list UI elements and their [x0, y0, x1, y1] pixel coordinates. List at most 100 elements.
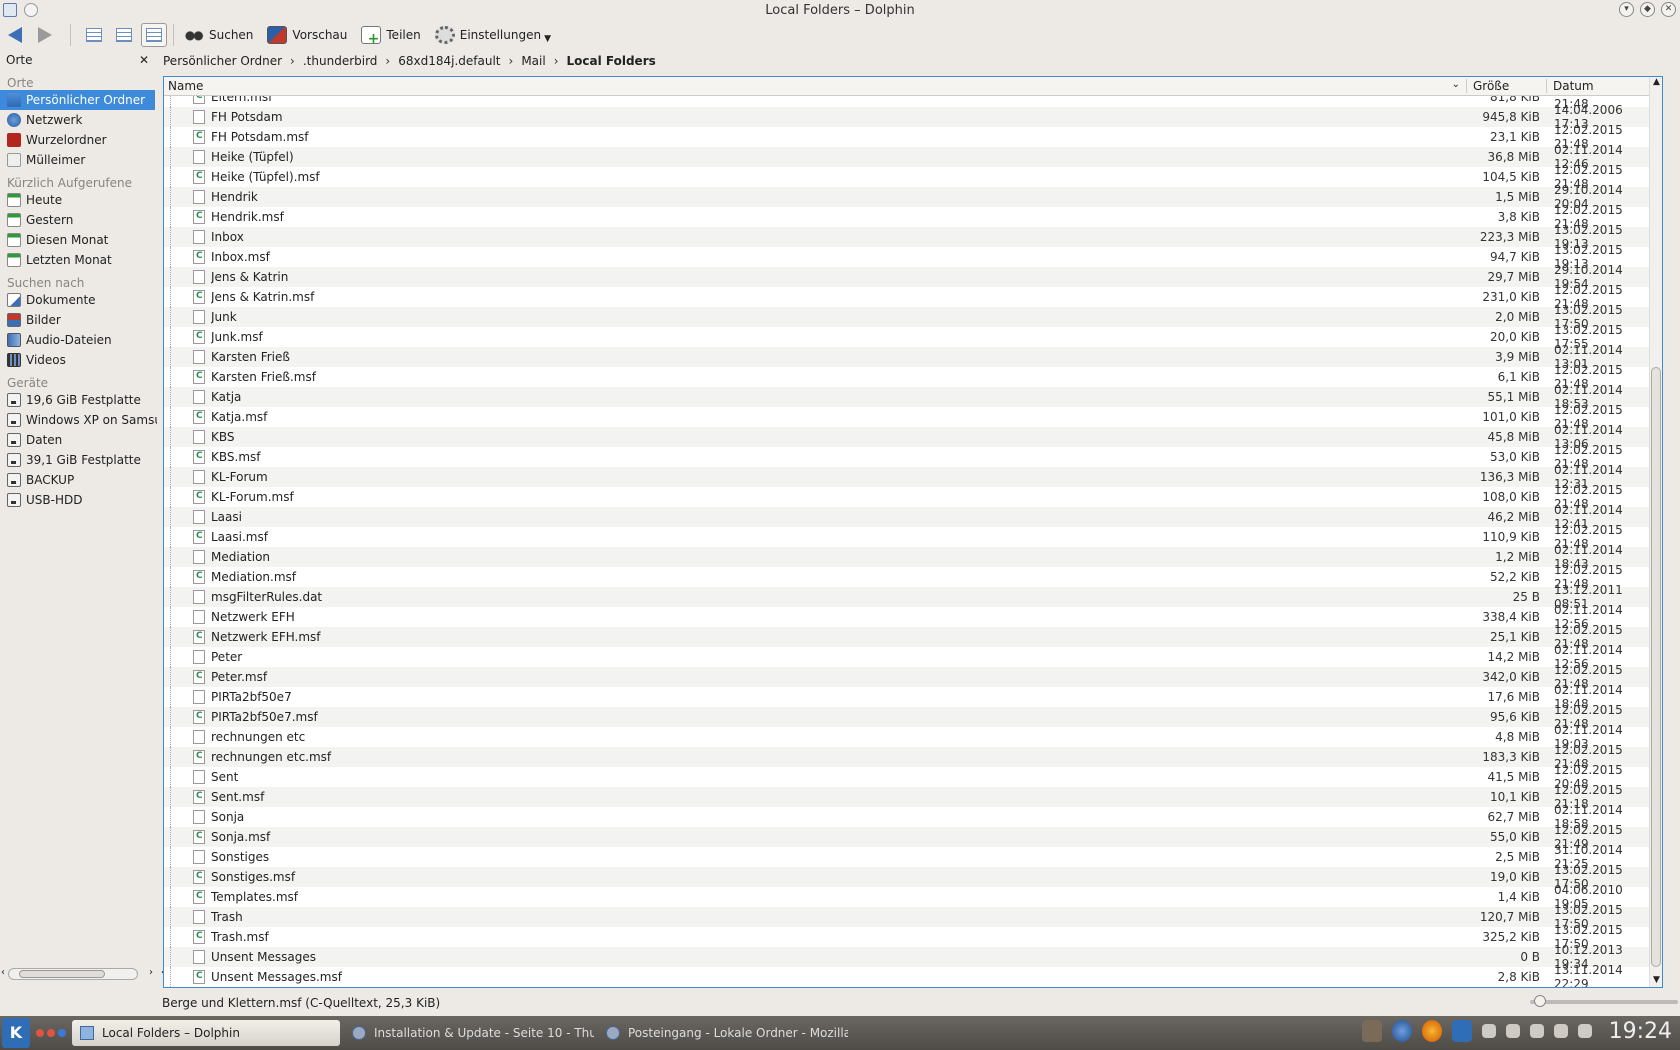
icons-view-button[interactable] [81, 23, 107, 47]
places-item[interactable]: Videos [0, 350, 157, 370]
places-item[interactable]: Windows XP on Samsun [0, 410, 157, 430]
places-horizontal-scrollbar[interactable]: ‹ ‹ › [1, 967, 165, 980]
places-item[interactable]: Diesen Monat [0, 230, 157, 250]
places-item[interactable]: Mülleimer [0, 150, 157, 170]
file-row[interactable]: KBS 45,8 MiB 02.11.2014 13:06 [164, 423, 1650, 451]
preview-button[interactable]: Vorschau [263, 23, 351, 47]
display-icon[interactable] [1578, 1024, 1592, 1038]
places-item[interactable]: Netzwerk [0, 110, 157, 130]
file-row[interactable]: Inbox 223,3 MiB 13.02.2015 19:13 [164, 223, 1650, 251]
sticky-icon[interactable] [24, 3, 38, 17]
pager-dot-icon[interactable] [47, 1029, 55, 1037]
chevron-down-icon[interactable]: ⌄ [1452, 79, 1460, 90]
breadcrumb-item[interactable]: Mail [521, 54, 545, 68]
breadcrumb-item[interactable]: .thunderbird [303, 54, 378, 68]
file-row[interactable]: Mediation.msf52,2 KiB12.02.2015 21:48 [164, 563, 1650, 591]
file-row[interactable]: PIRTa2bf50e7.msf95,6 KiB12.02.2015 21:48 [164, 703, 1650, 731]
file-row[interactable]: Heike (Tüpfel) 36,8 MiB 02.11.2014 12:46 [164, 143, 1650, 171]
window-menu-icon[interactable] [3, 3, 17, 17]
file-row[interactable]: KL-Forum.msf108,0 KiB12.02.2015 21:48 [164, 483, 1650, 511]
scrollbar-thumb[interactable] [19, 970, 105, 978]
file-row[interactable]: rechnungen etc 4,8 MiB 02.11.2014 19:03 [164, 723, 1650, 751]
breadcrumb-item[interactable]: Persönlicher Ordner [163, 54, 282, 68]
breadcrumb-separator-icon[interactable]: › [509, 54, 514, 68]
scroll-left-icon[interactable]: ‹ [1, 967, 5, 978]
zoom-slider-handle[interactable] [1534, 995, 1546, 1007]
breadcrumb-item[interactable]: Local Folders [567, 54, 656, 68]
file-row[interactable]: PIRTa2bf50e7 17,6 MiB 02.11.2014 18:48 [164, 683, 1650, 711]
clock[interactable]: 19:24 [1609, 1019, 1672, 1044]
settings-button[interactable]: Einstellungen ▼ [431, 23, 555, 47]
column-name[interactable]: Name ⌄ [164, 79, 1466, 93]
file-row[interactable]: Peter 14,2 MiB 02.11.2014 12:56 [164, 643, 1650, 671]
breadcrumb-separator-icon[interactable]: › [290, 54, 295, 68]
file-row[interactable]: Sonja.msf55,0 KiB12.02.2015 21:49 [164, 823, 1650, 851]
file-row[interactable]: Heike (Tüpfel).msf104,5 KiB12.02.2015 21… [164, 163, 1650, 191]
places-item[interactable]: Heute [0, 190, 157, 210]
thunderbird-icon[interactable] [1392, 1020, 1412, 1042]
file-row[interactable]: Mediation 1,2 MiB 02.11.2014 18:43 [164, 543, 1650, 571]
places-item[interactable]: USB-HDD [0, 490, 157, 510]
share-button[interactable]: Teilen [357, 23, 424, 47]
gimp-icon[interactable] [1362, 1020, 1382, 1042]
places-item[interactable]: Wurzelordner [0, 130, 157, 150]
scroll-right-icon[interactable]: › [149, 967, 153, 978]
file-row[interactable]: Sonstiges.msf19,0 KiB13.02.2015 17:50 [164, 863, 1650, 891]
updates-icon[interactable] [1554, 1024, 1568, 1038]
file-row[interactable]: Peter.msf342,0 KiB12.02.2015 21:48 [164, 663, 1650, 691]
file-row[interactable]: Junk 2,0 MiB 13.02.2015 17:50 [164, 303, 1650, 331]
file-row[interactable]: FH Potsdam.msf23,1 KiB12.02.2015 21:48 [164, 123, 1650, 151]
file-row[interactable]: FH Potsdam 945,8 KiB 14.04.2006 17:13 [164, 103, 1650, 131]
file-row[interactable]: Katja 55,1 MiB 02.11.2014 18:53 [164, 383, 1650, 411]
file-row[interactable]: msgFilterRules.dat 25 B 13.12.2011 08:51 [164, 583, 1650, 611]
firefox-icon[interactable] [1422, 1020, 1442, 1042]
file-row[interactable]: Hendrik.msf3,8 KiB12.02.2015 21:48 [164, 203, 1650, 231]
taskbar-task[interactable]: Posteingang - Lokale Ordner - Mozilla Th… [598, 1020, 848, 1046]
file-row[interactable]: KL-Forum 136,3 MiB 02.11.2014 12:31 [164, 463, 1650, 491]
file-row[interactable]: Netzwerk EFH 338,4 KiB 02.11.2014 12:56 [164, 603, 1650, 631]
minimize-icon[interactable]: ▾ [1619, 2, 1634, 17]
places-item[interactable]: Gestern [0, 210, 157, 230]
file-row[interactable]: Jens & Katrin.msf231,0 KiB12.02.2015 21:… [164, 283, 1650, 311]
taskbar-task[interactable]: Local Folders – Dolphin [72, 1020, 340, 1046]
file-row[interactable]: Inbox.msf94,7 KiB13.02.2015 19:13 [164, 243, 1650, 271]
title-bar[interactable]: Local Folders – Dolphin ▾ ◆ ✕ [0, 0, 1680, 20]
file-row[interactable]: Laasi 46,2 MiB 02.11.2014 12:41 [164, 503, 1650, 531]
file-row[interactable]: Sent 41,5 MiB 12.02.2015 20:48 [164, 763, 1650, 791]
forward-button[interactable] [34, 24, 56, 46]
file-row[interactable]: Templates.msf1,4 KiB04.06.2010 19:05 [164, 883, 1650, 911]
places-item[interactable]: Bilder [0, 310, 157, 330]
file-row[interactable]: Karsten Frieß.msf6,1 KiB12.02.2015 21:48 [164, 363, 1650, 391]
volume-icon[interactable] [1530, 1024, 1544, 1038]
file-row[interactable]: Karsten Frieß 3,9 MiB 02.11.2014 13:01 [164, 343, 1650, 371]
places-item[interactable]: Daten [0, 430, 157, 450]
file-row[interactable]: Sonstiges 2,5 MiB 31.10.2014 21:25 [164, 843, 1650, 871]
places-item[interactable]: 19,6 GiB Festplatte [0, 390, 157, 410]
column-size[interactable]: Größe [1466, 79, 1546, 93]
file-row[interactable]: Trash 120,7 MiB 13.02.2015 17:50 [164, 903, 1650, 931]
vertical-scrollbar[interactable]: ▲ ▼ [1649, 77, 1662, 987]
network-manager-icon[interactable] [1452, 1020, 1472, 1042]
panel-splitter[interactable] [158, 50, 162, 982]
close-panel-icon[interactable]: ✕ [139, 53, 149, 67]
pager-dot-icon[interactable] [58, 1029, 66, 1037]
places-item[interactable]: Letzten Monat [0, 250, 157, 270]
compact-view-button[interactable] [111, 23, 137, 47]
file-row[interactable]: KBS.msf53,0 KiB12.02.2015 21:48 [164, 443, 1650, 471]
scrollbar-thumb[interactable] [1651, 367, 1661, 967]
file-row[interactable]: Laasi.msf110,9 KiB12.02.2015 21:48 [164, 523, 1650, 551]
scroll-down-icon[interactable]: ▼ [1650, 975, 1662, 985]
file-row[interactable]: Hendrik 1,5 MiB 29.10.2014 20:04 [164, 183, 1650, 211]
file-row[interactable]: Unsent Messages.msf 2,8 KiB 13.11.2014 22:… [164, 963, 1650, 987]
clipboard-icon[interactable] [1506, 1024, 1520, 1038]
file-row[interactable]: rechnungen etc.msf183,3 KiB12.02.2015 21… [164, 743, 1650, 771]
column-date[interactable]: Datum [1546, 79, 1650, 93]
kde-menu-button[interactable]: K [2, 1018, 30, 1048]
file-row[interactable]: Katja.msf101,0 KiB12.02.2015 21:48 [164, 403, 1650, 431]
details-view-button[interactable] [141, 23, 167, 47]
dropbox-icon[interactable] [1482, 1024, 1496, 1038]
places-item[interactable]: BACKUP [0, 470, 157, 490]
close-icon[interactable]: ✕ [1661, 2, 1676, 17]
breadcrumb-separator-icon[interactable]: › [554, 54, 559, 68]
file-row[interactable]: Sonja 62,7 MiB 02.11.2014 18:58 [164, 803, 1650, 831]
